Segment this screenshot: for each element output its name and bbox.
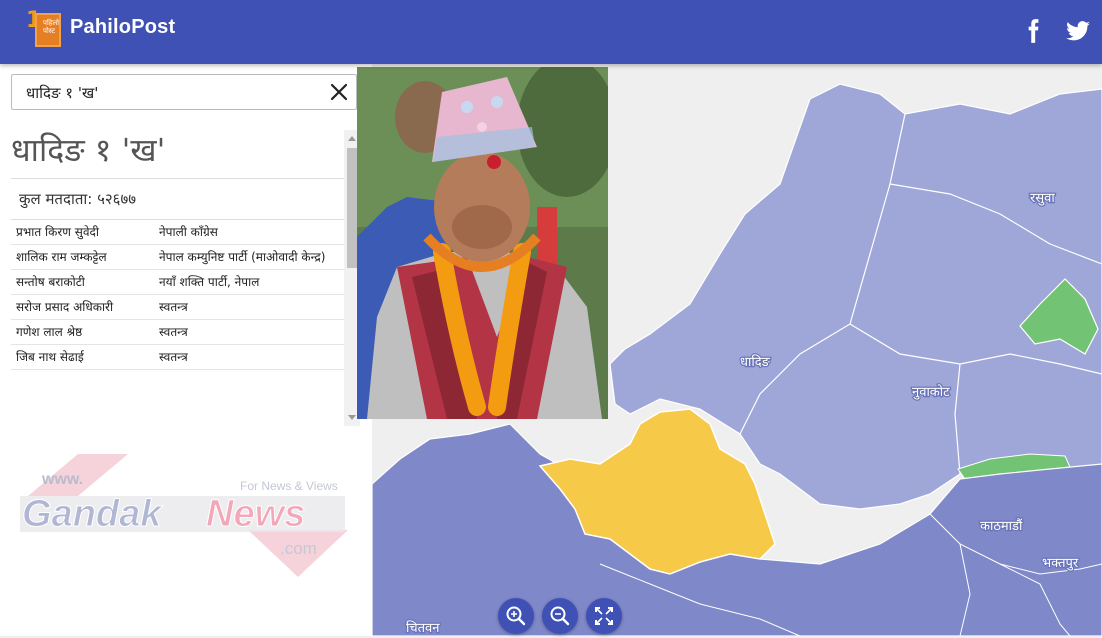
brand-name[interactable]: PahiloPost xyxy=(70,16,175,39)
watermark-tagline: For News & Views xyxy=(240,479,338,493)
zoom-out-icon[interactable] xyxy=(542,598,578,634)
info-sidebar: धादिङ १ 'ख' कुल मतदाता: ५२६७७ प्रभात किर… xyxy=(0,64,372,636)
candidate-table: प्रभात किरण सुवेदी नेपाली काँग्रेस शालिक… xyxy=(11,220,344,370)
candidate-name: जिब नाथ सेढाई xyxy=(11,344,154,370)
candidate-party: नेपाली काँग्रेस xyxy=(154,220,344,245)
table-row: सन्तोष बराकोटी नयाँ शक्ति पार्टी, नेपाल xyxy=(11,269,344,295)
watermark-name-1: Gandak xyxy=(22,493,163,535)
map-label-nuwakot: नुवाकोट xyxy=(912,384,950,400)
constituency-panel: धादिङ १ 'ख' कुल मतदाता: ५२६७७ प्रभात किर… xyxy=(11,126,344,426)
top-bar: 1 पहिलो पोस्ट PahiloPost xyxy=(0,0,1102,64)
facebook-icon[interactable] xyxy=(1020,18,1046,44)
map-label-kathmandu: काठमाडौं xyxy=(980,518,1023,534)
scroll-thumb[interactable] xyxy=(347,148,357,268)
candidate-name: गणेश लाल श्रेष्ठ xyxy=(11,319,154,345)
candidate-name: सन्तोष बराकोटी xyxy=(11,269,154,295)
search-box[interactable] xyxy=(11,74,357,110)
site-logo[interactable]: 1 पहिलो पोस्ट xyxy=(26,8,62,48)
fullscreen-icon[interactable] xyxy=(586,598,622,634)
constituency-title: धादिङ १ 'ख' xyxy=(11,131,166,169)
candidate-name: शालिक राम जम्कट्टेल xyxy=(11,244,154,270)
candidate-party: स्वतन्त्र xyxy=(154,319,344,345)
table-row: शालिक राम जम्कट्टेल नेपाल कम्युनिष्ट पार… xyxy=(11,244,344,270)
candidate-party: नेपाल कम्युनिष्ट पार्टी (माओवादी केन्द्र… xyxy=(154,244,344,270)
candidate-party: स्वतन्त्र xyxy=(154,344,344,370)
search-input[interactable] xyxy=(24,80,328,106)
watermark-www: www. xyxy=(41,471,83,488)
twitter-icon[interactable] xyxy=(1065,18,1091,44)
candidate-name: प्रभात किरण सुवेदी xyxy=(11,220,154,245)
candidate-name: सरोज प्रसाद अधिकारी xyxy=(11,294,154,320)
candidate-photo xyxy=(357,67,608,419)
watermark-tld: .com xyxy=(280,539,317,558)
close-icon[interactable] xyxy=(328,81,350,103)
scroll-down-arrow-icon[interactable] xyxy=(348,415,356,420)
watermark-logo: www. For News & Views Gandak News .com xyxy=(18,452,358,580)
total-voters: कुल मतदाता: ५२६७७ xyxy=(11,178,344,220)
map-label-chitwan: चितवन xyxy=(406,620,440,636)
map-label-bhaktapur: भक्तपुर xyxy=(1042,556,1079,571)
candidate-party: स्वतन्त्र xyxy=(154,294,344,320)
scroll-up-arrow-icon[interactable] xyxy=(348,136,356,141)
table-row: सरोज प्रसाद अधिकारी स्वतन्त्र xyxy=(11,294,344,320)
logo-text: पहिलो पोस्ट xyxy=(43,19,60,35)
table-row: जिब नाथ सेढाई स्वतन्त्र xyxy=(11,344,344,370)
map-label-rasuwa: रसुवा xyxy=(1030,191,1055,206)
table-row: गणेश लाल श्रेष्ठ स्वतन्त्र xyxy=(11,319,344,345)
map-label-dhading: धादिङ xyxy=(740,354,771,370)
zoom-in-icon[interactable] xyxy=(498,598,534,634)
candidate-party: नयाँ शक्ति पार्टी, नेपाल xyxy=(154,269,344,295)
watermark-name-2: News xyxy=(206,493,305,535)
table-row: प्रभात किरण सुवेदी नेपाली काँग्रेस xyxy=(11,220,344,245)
